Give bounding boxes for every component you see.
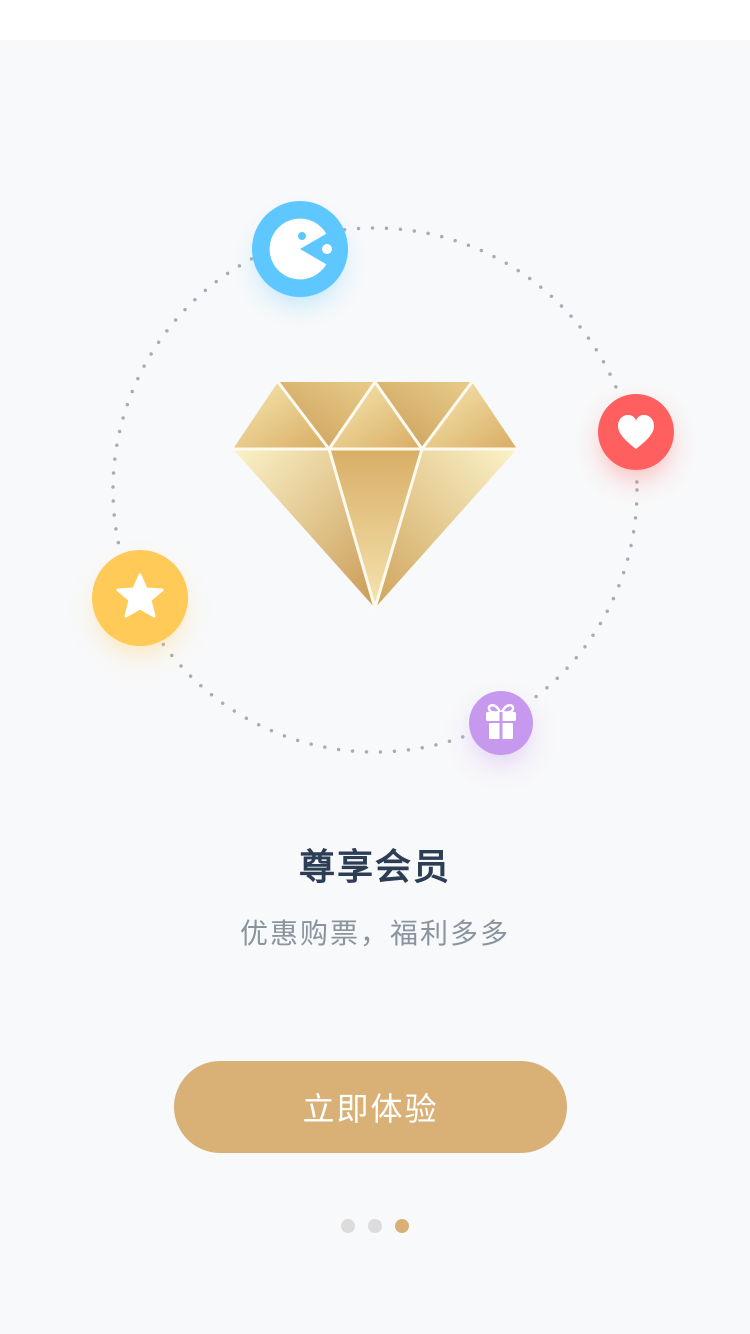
page-subtitle: 优惠购票，福利多多 bbox=[239, 917, 510, 950]
heart-icon bbox=[598, 394, 674, 477]
gift-icon bbox=[469, 691, 533, 763]
diamond-icon bbox=[233, 380, 517, 610]
game-icon bbox=[252, 201, 348, 302]
page-dot-2[interactable] bbox=[368, 1219, 382, 1233]
try-now-button[interactable]: 立即体验 bbox=[174, 1061, 567, 1153]
page-dot-1[interactable] bbox=[341, 1219, 355, 1233]
page-indicator bbox=[0, 1219, 750, 1233]
page-title: 尊享会员 bbox=[298, 847, 451, 888]
star-icon bbox=[92, 550, 188, 651]
page-dot-3-active[interactable] bbox=[395, 1219, 409, 1233]
member-illustration bbox=[92, 201, 674, 763]
